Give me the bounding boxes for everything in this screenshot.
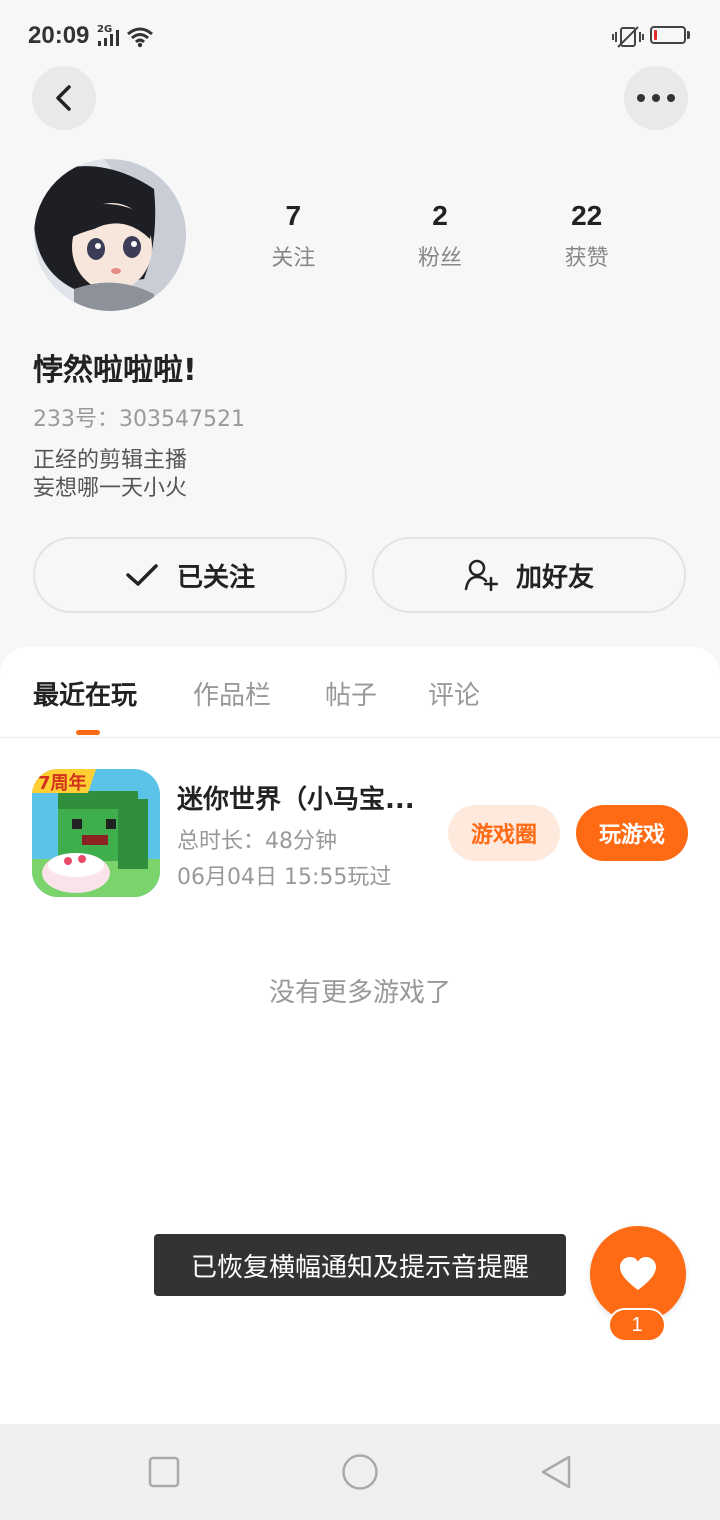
game-title: 迷你世界（小马宝... <box>177 785 415 815</box>
vibrate-off-icon <box>612 26 644 48</box>
game-last-played: 06月04日 15:55玩过 <box>177 865 392 890</box>
stat-label: 粉丝 <box>418 246 463 271</box>
user-id: 233号：303547521 <box>33 407 245 432</box>
game-duration: 总时长：48分钟 <box>177 829 337 854</box>
stat-value: 7 <box>285 200 302 231</box>
battery-nub <box>687 31 690 39</box>
heart-icon <box>620 1257 656 1290</box>
status-time: 20:09 <box>28 22 90 49</box>
add-user-icon <box>464 559 498 591</box>
circle-icon <box>342 1454 378 1490</box>
triangle-back-icon <box>541 1455 571 1489</box>
game-icon-badge: 7周年 <box>38 772 87 794</box>
status-bar: 20:09 2G <box>0 0 720 72</box>
play-game-button[interactable]: 玩游戏 <box>576 805 688 861</box>
bio-line: 正经的剪辑主播 <box>33 448 188 473</box>
tab-recent-games[interactable]: 最近在玩 <box>33 675 137 712</box>
game-circle-button[interactable]: 游戏圈 <box>448 805 560 861</box>
game-icon[interactable]: 7周年 <box>32 769 160 897</box>
toast-message: 已恢复横幅通知及提示音提醒 <box>154 1234 566 1296</box>
check-icon <box>126 564 158 586</box>
followed-button[interactable]: 已关注 <box>33 537 347 613</box>
tab-comments[interactable]: 评论 <box>428 675 480 712</box>
avatar-image <box>34 159 186 311</box>
bio-line: 妄想哪一天小火 <box>33 476 188 501</box>
stat-value: 2 <box>432 200 448 231</box>
like-count: 1 <box>608 1308 666 1342</box>
tab-posts[interactable]: 帖子 <box>325 675 377 712</box>
stat-following[interactable]: 7 关注 <box>220 200 367 272</box>
battery-level <box>654 30 657 40</box>
bio: 正经的剪辑主播 妄想哪一天小火 <box>33 447 187 503</box>
square-icon <box>148 1456 180 1488</box>
avatar[interactable] <box>34 159 186 311</box>
tab-works[interactable]: 作品栏 <box>193 675 271 712</box>
add-friend-label: 加好友 <box>515 562 594 593</box>
more-horizontal-icon <box>637 94 675 102</box>
nav-back-button[interactable] <box>532 1448 580 1496</box>
back-button[interactable] <box>32 66 96 130</box>
home-button[interactable] <box>336 1448 384 1496</box>
stat-label: 获赞 <box>564 246 609 271</box>
tab-bar: 最近在玩 作品栏 帖子 评论 <box>0 647 720 738</box>
no-more-games-text: 没有更多游戏了 <box>268 978 451 1008</box>
profile-screen: 20:09 2G 7 关注 2 粉丝 22 获赞 悖然啦啦啦! 233号：303… <box>0 0 720 1520</box>
stat-label: 关注 <box>271 246 316 271</box>
battery-icon <box>650 26 686 44</box>
wifi-icon <box>127 27 153 48</box>
system-nav-bar <box>0 1424 720 1520</box>
game-icon-image: 7周年 <box>32 769 160 897</box>
followed-label: 已关注 <box>176 562 255 593</box>
stat-likes[interactable]: 22 获赞 <box>513 200 660 272</box>
chevron-left-icon <box>56 85 71 111</box>
more-button[interactable] <box>624 66 688 130</box>
stat-followers[interactable]: 2 粉丝 <box>367 200 514 272</box>
recents-button[interactable] <box>140 1448 188 1496</box>
stat-value: 22 <box>571 200 603 231</box>
tab-indicator <box>76 730 100 735</box>
game-list-item[interactable]: 7周年 迷你世界（小马宝... 总时长：48分钟 06月04日 15:55玩过 … <box>0 767 720 897</box>
add-friend-button[interactable]: 加好友 <box>372 537 686 613</box>
signal-icon <box>98 30 119 46</box>
nickname: 悖然啦啦啦! <box>33 353 197 388</box>
profile-stats: 7 关注 2 粉丝 22 获赞 <box>220 200 660 272</box>
